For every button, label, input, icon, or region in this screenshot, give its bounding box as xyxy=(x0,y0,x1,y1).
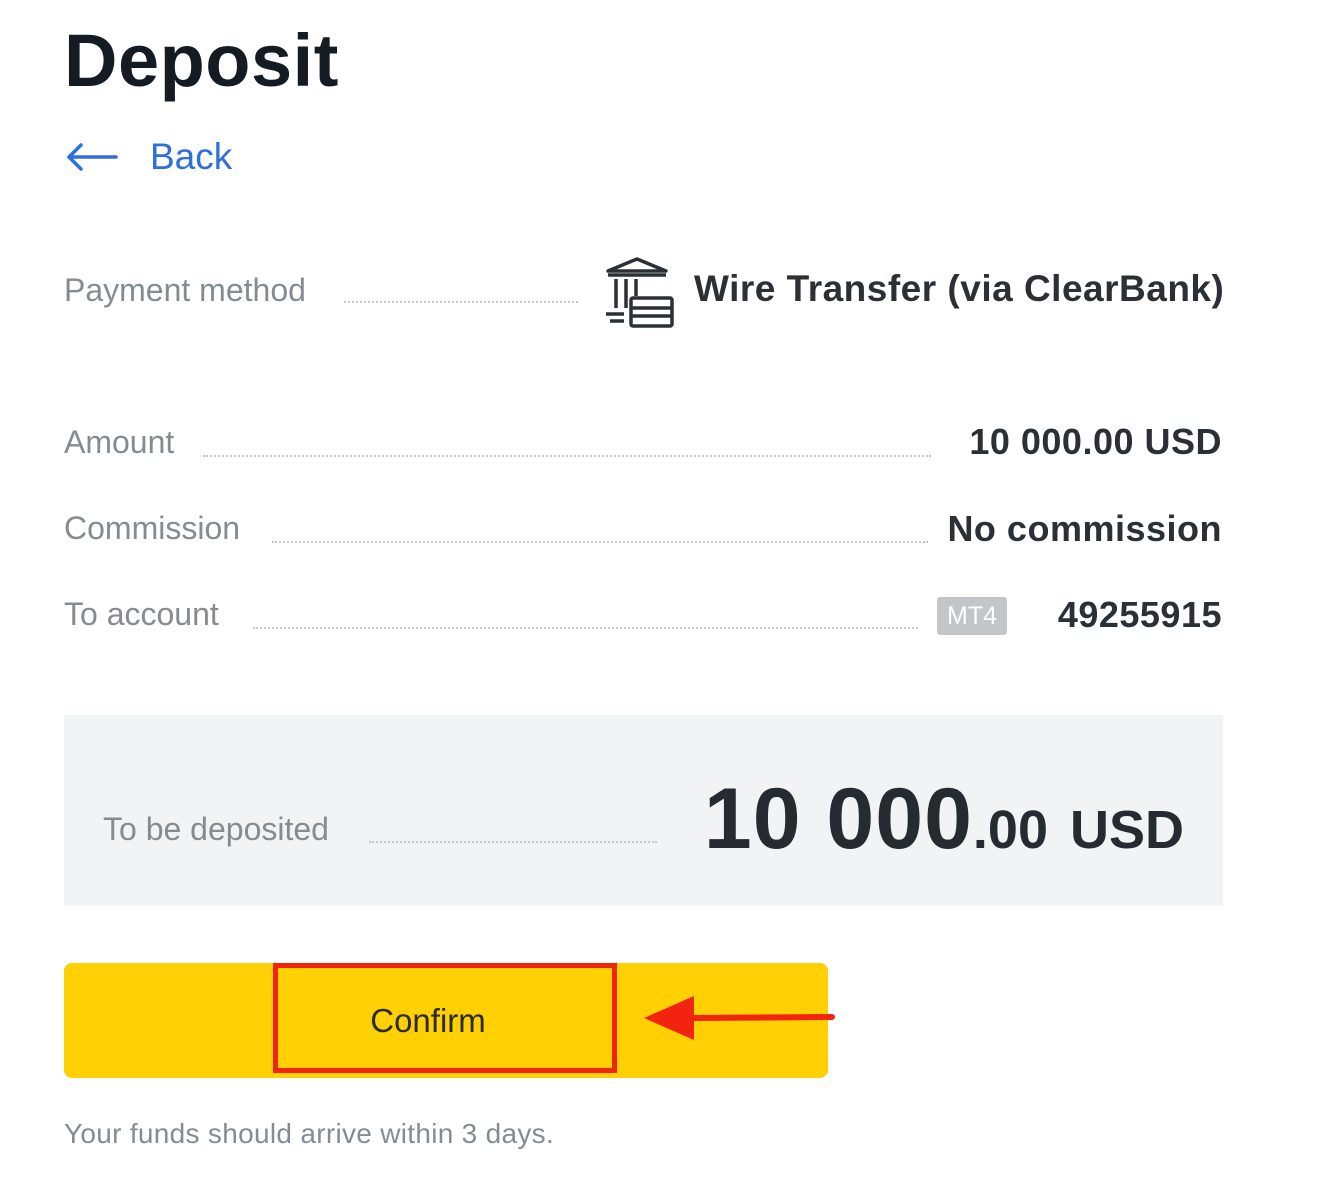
to-be-deposited-label: To be deposited xyxy=(103,811,329,847)
deposit-total: 10 000 .00 USD xyxy=(704,770,1184,867)
commission-label: Commission xyxy=(64,510,241,546)
to-account-leader xyxy=(253,627,918,629)
to-account-label: To account xyxy=(64,596,219,632)
arrow-left-icon xyxy=(67,143,118,171)
page-title: Deposit xyxy=(64,19,339,102)
annotation-arrow-icon xyxy=(644,996,835,1040)
payment-method-label: Payment method xyxy=(64,272,306,308)
arrival-note: Your funds should arrive within 3 days. xyxy=(64,1118,555,1149)
amount-value: 10 000.00 USD xyxy=(969,421,1222,462)
back-label: Back xyxy=(150,136,233,177)
amount-label: Amount xyxy=(64,424,175,460)
amount-leader xyxy=(203,455,931,457)
commission-value: No commission xyxy=(947,508,1222,549)
back-link[interactable]: Back xyxy=(66,132,232,182)
to-be-deposited-leader xyxy=(369,841,657,843)
annotation-highlight-box xyxy=(273,963,617,1073)
bank-transfer-icon xyxy=(602,256,676,330)
deposit-total-integer: 10 000 xyxy=(703,771,973,867)
account-type-badge: MT4 xyxy=(937,597,1007,635)
payment-method-leader xyxy=(344,301,578,303)
deposit-total-decimal: .00 xyxy=(972,800,1048,860)
account-number: 49255915 xyxy=(1057,594,1222,635)
deposit-total-currency: USD xyxy=(1069,800,1184,860)
payment-method-value: Wire Transfer (via ClearBank) xyxy=(694,268,1225,309)
commission-leader xyxy=(272,541,928,543)
